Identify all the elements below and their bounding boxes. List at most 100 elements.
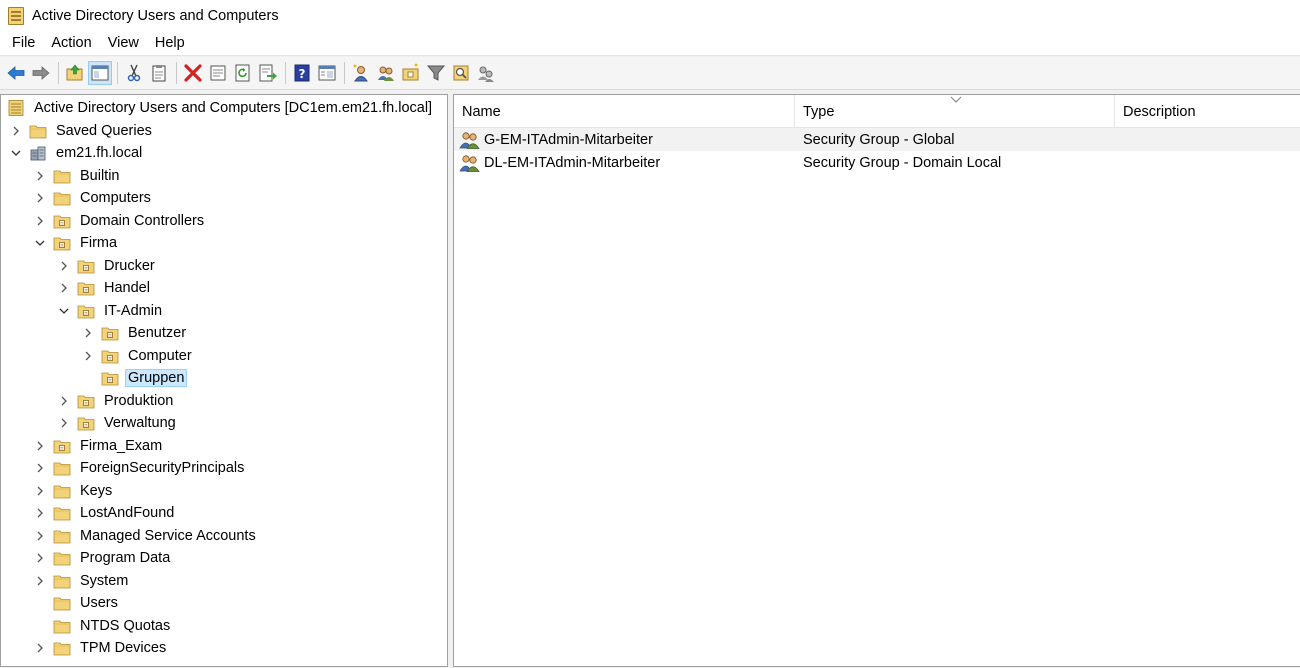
chevron-right-icon[interactable]: [57, 255, 71, 277]
chevron-right-icon[interactable]: [33, 502, 47, 524]
organizational-unit-icon: [77, 415, 95, 431]
app-icon: [8, 6, 24, 25]
new-user-button[interactable]: [349, 61, 373, 85]
filter-button[interactable]: [424, 61, 448, 85]
list-item[interactable]: G-EM-ITAdmin-Mitarbeiter Security Group -…: [454, 128, 1300, 151]
menu-action[interactable]: Action: [43, 35, 99, 51]
column-header-type[interactable]: Type: [795, 95, 1115, 128]
tree-item-keys[interactable]: Keys: [33, 480, 115, 502]
mmc-view-button[interactable]: [315, 61, 339, 85]
forward-button[interactable]: [29, 61, 53, 85]
new-ou-button[interactable]: [399, 61, 423, 85]
tree-item-label: Benutzer: [128, 325, 187, 341]
window-title: Active Directory Users and Computers: [32, 7, 279, 24]
add-to-group-icon: [478, 66, 494, 82]
folder-icon: [53, 528, 71, 544]
tree-item-drucker[interactable]: Drucker: [57, 255, 158, 277]
cut-button[interactable]: [122, 61, 146, 85]
chevron-right-icon[interactable]: [33, 525, 47, 547]
tree-item-users[interactable]: Users: [33, 592, 121, 614]
chevron-down-icon[interactable]: [9, 142, 23, 164]
delete-icon: [184, 64, 202, 82]
tree-item-active-directory-users-and-computers-dc1em-em21-fh-local[interactable]: Active Directory Users and Computers [DC…: [7, 97, 435, 119]
chevron-right-icon[interactable]: [81, 322, 95, 344]
folder-icon: [53, 483, 71, 499]
back-button[interactable]: [4, 61, 28, 85]
export-list-button[interactable]: [256, 61, 280, 85]
tree-item-firma[interactable]: Firma: [33, 232, 120, 254]
tree-item-saved-queries[interactable]: Saved Queries: [9, 120, 155, 142]
tree-item-handel[interactable]: Handel: [57, 277, 153, 299]
security-group-icon: [459, 154, 481, 172]
find-button[interactable]: [449, 61, 473, 85]
properties-button[interactable]: [206, 61, 230, 85]
tree-item-label: TPM Devices: [80, 640, 167, 656]
tree-item-label: ForeignSecurityPrincipals: [80, 460, 245, 476]
chevron-right-icon[interactable]: [33, 210, 47, 232]
organizational-unit-icon: [53, 235, 71, 251]
list-header: Name Type Description: [454, 95, 1300, 128]
chevron-down-icon[interactable]: [57, 300, 71, 322]
tree-item-produktion[interactable]: Produktion: [57, 390, 176, 412]
delete-button[interactable]: [181, 61, 205, 85]
menu-view[interactable]: View: [100, 35, 147, 51]
filter-icon: [426, 65, 446, 81]
tree-item-ntds-quotas[interactable]: NTDS Quotas: [33, 615, 173, 637]
list-item-type: Security Group - Global: [803, 131, 955, 148]
folder-icon: [53, 505, 71, 521]
up-folder-button[interactable]: [63, 61, 87, 85]
chevron-right-icon[interactable]: [9, 120, 23, 142]
chevron-right-icon[interactable]: [33, 435, 47, 457]
folder-icon: [53, 460, 71, 476]
organizational-unit-icon: [77, 303, 95, 319]
list-item[interactable]: DL-EM-ITAdmin-Mitarbeiter Security Group …: [454, 151, 1300, 174]
svg-text:?: ?: [299, 67, 306, 81]
tree-item-builtin[interactable]: Builtin: [33, 165, 123, 187]
new-group-button[interactable]: [374, 61, 398, 85]
chevron-right-icon[interactable]: [57, 412, 71, 434]
chevron-right-icon[interactable]: [33, 547, 47, 569]
tree-item-label: Gruppen: [125, 369, 188, 387]
chevron-right-icon[interactable]: [33, 480, 47, 502]
chevron-right-icon[interactable]: [33, 187, 47, 209]
tree-item-benutzer[interactable]: Benutzer: [81, 322, 189, 344]
refresh-button[interactable]: [231, 61, 255, 85]
list-item-name: DL-EM-ITAdmin-Mitarbeiter: [484, 154, 661, 171]
tree-item-domain-controllers[interactable]: Domain Controllers: [33, 210, 207, 232]
chevron-right-icon[interactable]: [57, 390, 71, 412]
toolbar-separator: [285, 62, 286, 84]
folder-icon: [53, 573, 71, 589]
tree-item-firma-exam[interactable]: Firma_Exam: [33, 435, 165, 457]
tree-item-program-data[interactable]: Program Data: [33, 547, 173, 569]
chevron-right-icon[interactable]: [81, 345, 95, 367]
tree-item-label: Keys: [80, 482, 113, 499]
help-button[interactable]: ?: [290, 61, 314, 85]
tree-item-computers[interactable]: Computers: [33, 187, 154, 209]
tree-item-foreignsecurityprincipals[interactable]: ForeignSecurityPrincipals: [33, 457, 247, 479]
tree-item-lostandfound[interactable]: LostAndFound: [33, 502, 177, 524]
chevron-right-icon[interactable]: [33, 165, 47, 187]
add-to-group-button[interactable]: [474, 61, 498, 85]
tree-item-tpm-devices[interactable]: TPM Devices: [33, 637, 169, 659]
menu-help[interactable]: Help: [147, 35, 193, 51]
show-hide-console-tree-button[interactable]: [88, 61, 112, 85]
organizational-unit-icon: [101, 348, 119, 364]
folder-icon: [53, 640, 71, 656]
chevron-right-icon[interactable]: [33, 457, 47, 479]
copy-button[interactable]: [147, 61, 171, 85]
tree-item-it-admin[interactable]: IT-Admin: [57, 300, 165, 322]
column-header-description[interactable]: Description: [1115, 95, 1300, 128]
chevron-right-icon[interactable]: [57, 277, 71, 299]
tree-item-managed-service-accounts[interactable]: Managed Service Accounts: [33, 525, 259, 547]
chevron-right-icon[interactable]: [33, 637, 47, 659]
tree-item-verwaltung[interactable]: Verwaltung: [57, 412, 179, 434]
tree-item-computer[interactable]: Computer: [81, 345, 195, 367]
tree-item-gruppen[interactable]: Gruppen: [81, 367, 188, 389]
tree-item-system[interactable]: System: [33, 570, 131, 592]
chevron-down-icon[interactable]: [33, 232, 47, 254]
tree-item-em21-fh-local[interactable]: em21.fh.local: [9, 142, 145, 164]
sort-chevron-icon: [950, 96, 962, 103]
column-header-name[interactable]: Name: [454, 95, 795, 128]
chevron-right-icon[interactable]: [33, 570, 47, 592]
menu-file[interactable]: File: [4, 35, 43, 51]
